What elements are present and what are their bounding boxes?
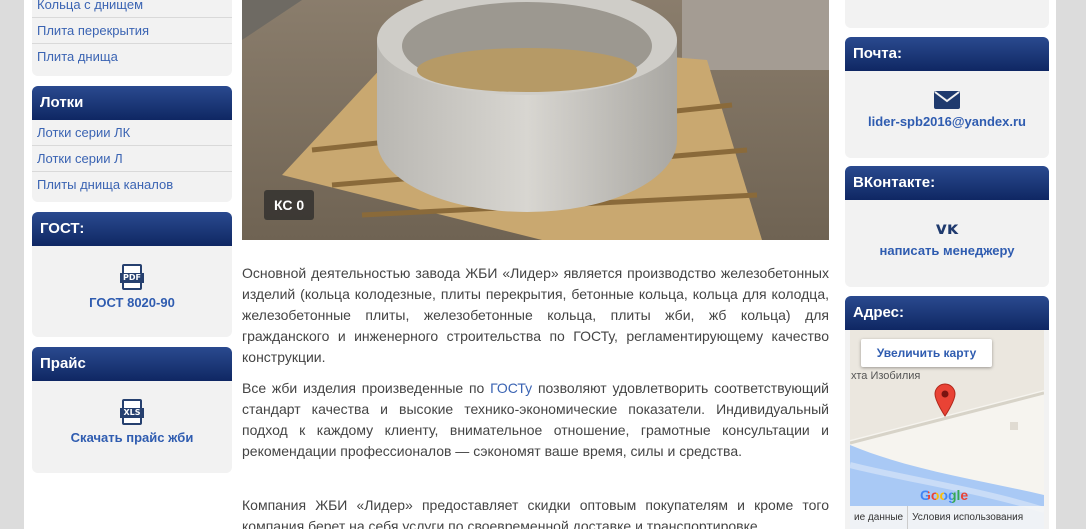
- xls-file-icon[interactable]: XLS: [120, 399, 144, 425]
- price-panel-title: Прайс: [32, 347, 232, 381]
- trays-panel: Лотки Лотки серии ЛК Лотки серии Л Плиты…: [32, 86, 232, 202]
- address-panel-title: Адрес:: [845, 296, 1049, 330]
- product-photo: [242, 0, 829, 240]
- mail-panel: Почта: lider-spb2016@yandex.ru: [845, 37, 1049, 158]
- map-data-label[interactable]: ие данные: [850, 506, 907, 529]
- price-download-link[interactable]: Скачать прайс жби: [71, 430, 194, 445]
- photo-caption: КС 0: [264, 190, 315, 220]
- catalog-panel-top: Кольца с днищем Плита перекрытия Плита д…: [32, 0, 232, 76]
- discount-paragraph: Компания ЖБИ «Лидер» предоставляет скидк…: [242, 497, 829, 529]
- map-street-label: хта Изобилия: [851, 370, 921, 382]
- sidebar-link-trays-l[interactable]: Лотки серии Л: [32, 146, 232, 172]
- concrete-ring-photo: [242, 0, 829, 240]
- map-pin-icon[interactable]: [934, 383, 956, 417]
- address-map[interactable]: Увеличить карту хта Изобилия Google ие д…: [850, 330, 1044, 529]
- sidebar-link-bottom-slab[interactable]: Плита днища: [32, 44, 232, 70]
- pdf-file-icon[interactable]: PDF: [120, 264, 144, 290]
- gost-panel-title: ГОСТ:: [32, 212, 232, 246]
- envelope-icon: [934, 91, 960, 109]
- gost-panel: ГОСТ: PDF ГОСТ 8020-90: [32, 212, 232, 337]
- vk-panel: ВКонтакте: ᴠᴋ написать менеджеру: [845, 166, 1049, 287]
- write-manager-link[interactable]: написать менеджеру: [880, 243, 1015, 258]
- map-terms-link[interactable]: Условия использования: [907, 506, 1027, 529]
- intro-paragraph: Основной деятельностью завода ЖБИ «Лидер…: [242, 265, 829, 365]
- quality-paragraph: Все жби изделия произведенные по ГОСТу п…: [242, 380, 829, 459]
- enlarge-map-button[interactable]: Увеличить карту: [861, 339, 992, 367]
- vk-icon[interactable]: ᴠᴋ: [845, 220, 1049, 238]
- sidebar-link-trays-lk[interactable]: Лотки серии ЛК: [32, 120, 232, 146]
- trays-panel-title: Лотки: [32, 86, 232, 120]
- sidebar-link-rings-with-bottom[interactable]: Кольца с днищем: [32, 0, 232, 18]
- gost-inline-link[interactable]: ГОСТу: [490, 380, 532, 396]
- sidebar-link-floor-slab[interactable]: Плита перекрытия: [32, 18, 232, 44]
- mail-panel-title: Почта:: [845, 37, 1049, 71]
- map-footer: ие данные Условия использования: [850, 506, 1044, 529]
- google-logo: Google: [920, 487, 969, 503]
- top-contact-panel: [845, 0, 1049, 28]
- sidebar-link-channel-bottom-slabs[interactable]: Плиты днища каналов: [32, 172, 232, 198]
- gost-download-link[interactable]: ГОСТ 8020-90: [89, 295, 175, 310]
- vk-panel-title: ВКонтакте:: [845, 166, 1049, 200]
- price-panel: Прайс XLS Скачать прайс жби: [32, 347, 232, 473]
- email-link[interactable]: lider-spb2016@yandex.ru: [868, 114, 1026, 129]
